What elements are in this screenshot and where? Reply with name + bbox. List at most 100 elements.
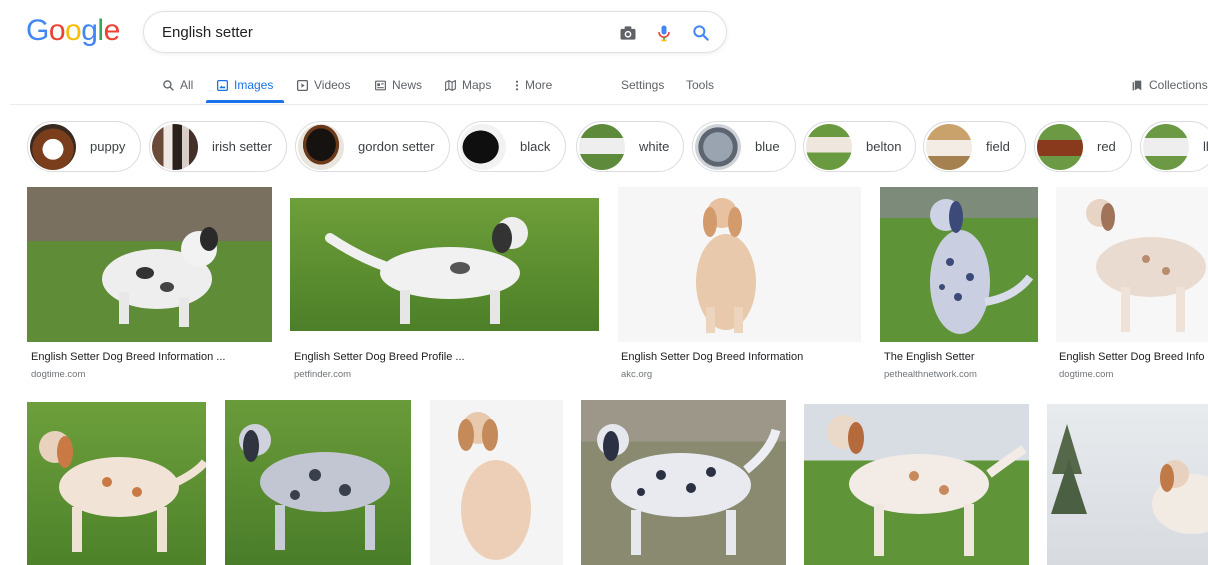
settings-label: Settings — [621, 78, 665, 92]
news-icon — [375, 80, 386, 90]
dog-photo — [1051, 424, 1208, 534]
collections-label: Collections — [1149, 78, 1208, 92]
chip-white[interactable]: white — [576, 121, 684, 172]
collections-link[interactable]: Collections — [1131, 74, 1208, 96]
google-logo[interactable]: Google — [26, 14, 120, 48]
result-image[interactable] — [27, 187, 272, 342]
result-title[interactable]: English Setter Dog Breed Information ... — [31, 351, 271, 363]
dog-photo — [1086, 199, 1206, 332]
logo-letter: g — [81, 14, 98, 47]
chip-thumbnail — [152, 123, 198, 170]
microphone-icon[interactable] — [654, 23, 674, 43]
tab-label: Images — [234, 78, 274, 92]
result-source[interactable]: dogtime.com — [1059, 369, 1113, 380]
chip-black[interactable]: black — [457, 121, 566, 172]
chip-irish-setter[interactable]: irish setter — [149, 121, 287, 172]
tab-images[interactable]: Images — [216, 74, 273, 96]
chip-puppy[interactable]: puppy — [27, 121, 141, 172]
result-image[interactable] — [225, 400, 411, 565]
result-title[interactable]: English Setter Dog Breed Info — [1059, 351, 1208, 363]
search-input[interactable] — [162, 20, 602, 44]
chip-label: field — [986, 139, 1010, 154]
tab-news[interactable]: News — [374, 74, 422, 96]
tab-label: All — [180, 78, 194, 92]
result-source[interactable]: dogtime.com — [31, 369, 85, 380]
result-title[interactable]: English Setter Dog Breed Information — [621, 351, 861, 363]
camera-icon[interactable] — [618, 23, 638, 43]
result-image[interactable] — [430, 400, 563, 565]
dog-photo — [827, 415, 1027, 556]
chip-thumbnail — [695, 123, 741, 170]
chip-label: belton — [866, 139, 902, 154]
search-icon[interactable] — [691, 23, 711, 43]
settings-link[interactable]: Settings — [621, 74, 664, 96]
search-tabs: All Images Videos News Maps More Setting… — [0, 64, 1208, 105]
result-image[interactable] — [804, 404, 1029, 565]
chip-label: black — [520, 139, 551, 154]
tab-all[interactable]: All — [162, 74, 193, 96]
image-icon — [216, 79, 229, 91]
chip-thumbnail — [1143, 123, 1189, 170]
chip-thumbnail — [460, 123, 506, 170]
logo-letter: G — [26, 14, 49, 47]
chip-label: gordon setter — [358, 139, 435, 154]
chip-red[interactable]: red — [1034, 121, 1132, 172]
dog-photo — [930, 199, 1034, 334]
video-icon — [296, 79, 309, 91]
result-image[interactable] — [618, 187, 861, 342]
bookmark-icon — [1132, 80, 1142, 90]
result-source[interactable]: pethealthnetwork.com — [884, 369, 977, 380]
tab-videos[interactable]: Videos — [296, 74, 350, 96]
more-vert-icon — [515, 80, 519, 90]
chip-thumbnail — [1037, 123, 1083, 170]
logo-letter: e — [103, 14, 121, 47]
dog-photo — [102, 227, 218, 327]
result-source[interactable]: petfinder.com — [294, 369, 351, 380]
chip-thumbnail — [806, 123, 852, 170]
dog-photo — [696, 198, 756, 333]
dog-photo — [325, 217, 528, 324]
result-source[interactable]: akc.org — [621, 369, 652, 380]
result-title[interactable]: English Setter Dog Breed Profile ... — [294, 351, 594, 363]
result-image[interactable] — [1056, 187, 1208, 342]
dog-photo — [39, 431, 206, 552]
chip-thumbnail — [298, 123, 344, 170]
result-image[interactable] — [1047, 404, 1208, 565]
chip-gordon-setter[interactable]: gordon setter — [295, 121, 450, 172]
chip-blue[interactable]: blue — [692, 121, 796, 172]
chip-thumbnail — [579, 123, 625, 170]
tab-more[interactable]: More — [514, 74, 552, 96]
result-image[interactable] — [880, 187, 1038, 342]
search-icon — [163, 79, 174, 91]
tools-link[interactable]: Tools — [686, 74, 714, 96]
tab-label: More — [525, 78, 553, 92]
result-image[interactable] — [27, 402, 206, 565]
tab-label: News — [392, 78, 423, 92]
chip-label: white — [639, 139, 670, 154]
chip-label: red — [1097, 139, 1116, 154]
logo-letter: o — [48, 14, 66, 47]
result-image[interactable] — [290, 198, 599, 331]
tab-maps[interactable]: Maps — [444, 74, 491, 96]
dog-photo — [597, 424, 781, 555]
chip-thumbnail — [30, 123, 76, 170]
chip-label: blue — [755, 139, 780, 154]
result-title[interactable]: The English Setter — [884, 351, 1034, 363]
chip-label: puppy — [90, 139, 126, 154]
chip-thumbnail — [926, 123, 972, 170]
map-icon — [445, 79, 456, 91]
chip-field[interactable]: field — [923, 121, 1026, 172]
result-image[interactable] — [581, 400, 786, 565]
chip-more[interactable]: ll — [1140, 121, 1208, 172]
dog-photo — [458, 412, 531, 560]
chip-belton[interactable]: belton — [803, 121, 916, 172]
logo-letter: o — [65, 14, 82, 47]
header-divider — [10, 104, 1208, 105]
tools-label: Tools — [686, 78, 715, 92]
dog-photo — [239, 424, 390, 550]
chip-label: ll — [1203, 139, 1208, 154]
search-box — [143, 11, 727, 53]
tab-label: Videos — [314, 78, 351, 92]
active-tab-indicator — [206, 100, 284, 103]
tab-label: Maps — [462, 78, 492, 92]
